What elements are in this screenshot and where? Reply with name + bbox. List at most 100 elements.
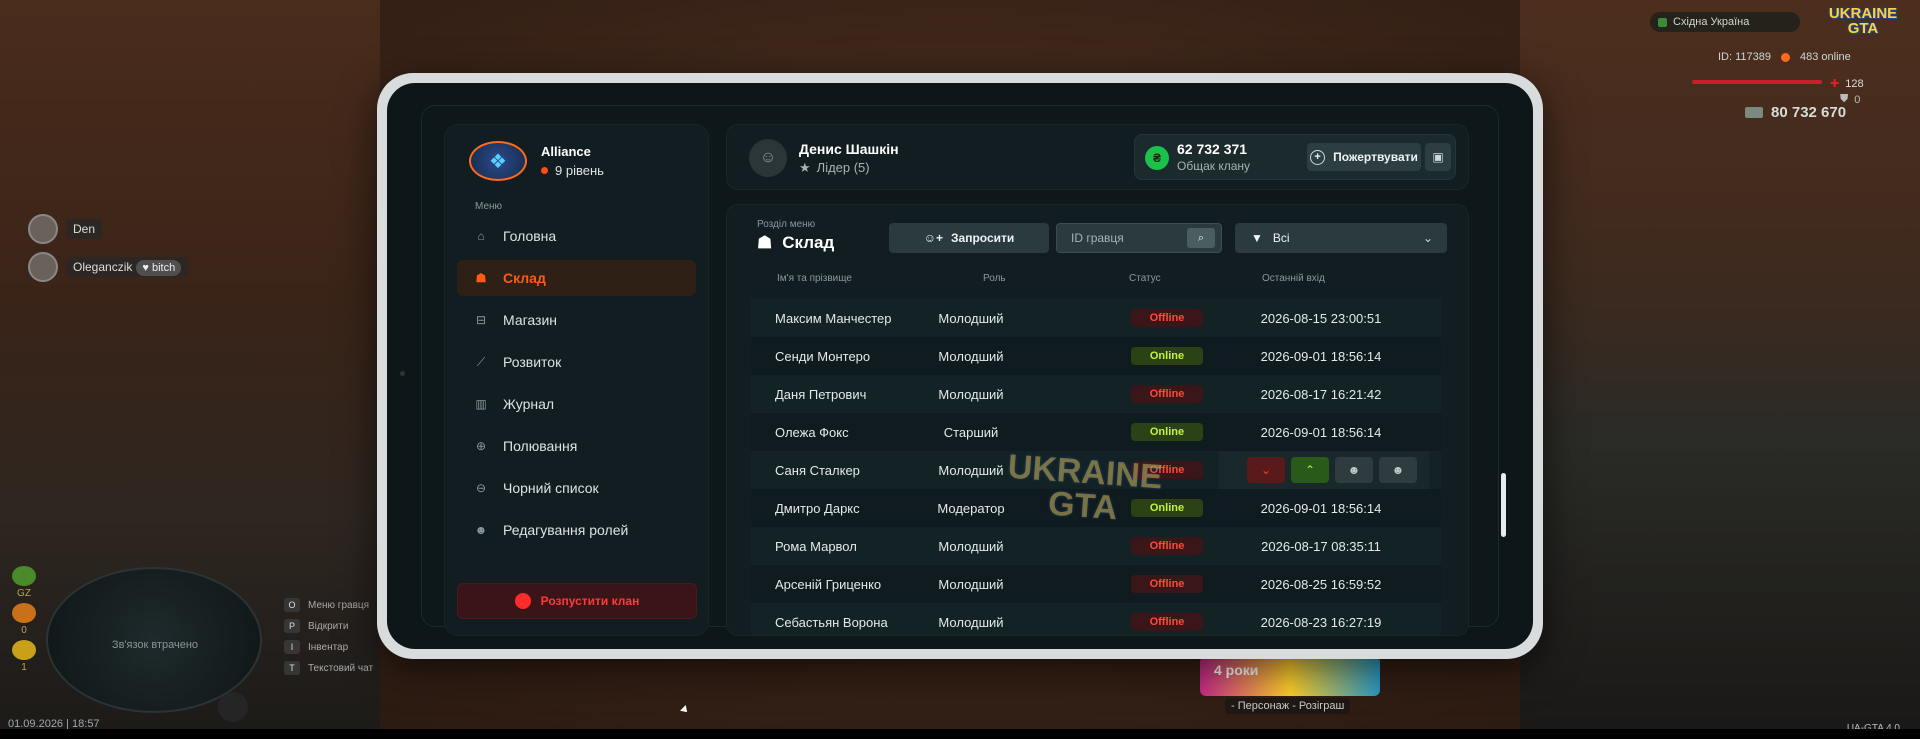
filter-value: Всі: [1272, 231, 1290, 245]
sidebar-item-hunting[interactable]: ⊕ Полювання: [457, 428, 696, 464]
wallet-button[interactable]: ▣: [1425, 143, 1451, 171]
coin-icon: ₴: [1145, 146, 1169, 170]
search-input[interactable]: [1057, 231, 1177, 245]
tablet-bezel: ❖ Alliance 9 рівень Меню ⌂ Головна ☗ Склад…: [387, 83, 1533, 649]
promo-banner[interactable]: 4 роки: [1200, 656, 1380, 696]
key-label: Меню гравця: [308, 599, 370, 611]
table-row[interactable]: Даня Петрович Молодший Offline 2026-08-1…: [751, 375, 1441, 413]
table-row[interactable]: Максим Манчестер Молодший Offline 2026-0…: [751, 299, 1441, 337]
health-number: 128: [1845, 77, 1864, 90]
tablet-frame: ❖ Alliance 9 рівень Меню ⌂ Головна ☗ Склад…: [377, 73, 1543, 659]
money-icon: [1745, 107, 1763, 118]
table-row[interactable]: Сенди Монтеро Молодший Online 2026-09-01…: [751, 337, 1441, 375]
mouse-cursor-icon: [680, 705, 690, 715]
health-icon: ✚: [1830, 78, 1840, 90]
column-header: Роль: [983, 273, 1006, 284]
promote-button[interactable]: ⌃: [1291, 457, 1329, 483]
role-filter-select[interactable]: ▼ Всі ⌄: [1235, 223, 1447, 253]
member-last-login: 2026-08-23 16:27:19: [1260, 614, 1382, 630]
kick-member-button[interactable]: ☻: [1335, 457, 1373, 483]
status-label: 1: [21, 662, 27, 673]
watermark-logo: UKRAINE GTA: [1006, 447, 1164, 528]
chevron-down-icon: ⌄: [1260, 463, 1272, 477]
key-hint: I Інвентар: [284, 640, 373, 654]
leader-role: ★ Лідер (5): [799, 160, 899, 176]
clan-level-text: 9 рівень: [555, 163, 604, 178]
sidebar-item-blacklist[interactable]: ⊖ Чорний список: [457, 470, 696, 506]
key-label: Текстовий чат: [308, 662, 374, 674]
donate-button[interactable]: + Пожертвувати: [1307, 143, 1421, 171]
bottom-strip: [0, 729, 1920, 739]
member-name: Сенди Монтеро: [775, 348, 871, 364]
search-button[interactable]: ⌕: [1187, 228, 1215, 248]
sidebar-item-label: Розвиток: [503, 354, 562, 370]
table-row[interactable]: Рома Марвол Молодший Offline 2026-08-17 …: [751, 527, 1441, 565]
blacklist-member-button[interactable]: ☻: [1379, 457, 1417, 483]
fund-amount: 62 732 371: [1177, 141, 1248, 157]
leader-name: Денис Шашкін: [799, 140, 899, 157]
members-icon: ☗: [757, 233, 773, 252]
sidebar-item-journal[interactable]: ▥ Журнал: [457, 386, 696, 422]
member-status: Offline: [1131, 375, 1203, 413]
leader-header: ☺ Денис Шашкін ★ Лідер (5) ₴ 62 732 371 О…: [726, 124, 1469, 190]
demote-button[interactable]: ⌄: [1247, 457, 1285, 483]
sidebar-item-storage[interactable]: ☗ Склад: [457, 260, 696, 296]
chevron-up-icon: ⌃: [1304, 463, 1316, 477]
key: I: [284, 640, 300, 654]
key: P: [284, 619, 300, 633]
sidebar-item-label: Редагування ролей: [503, 522, 629, 538]
member-name: Саня Сталкер: [775, 462, 860, 478]
disband-clan-button[interactable]: Розпустити клан: [457, 583, 697, 619]
clan-fund: ₴ 62 732 371 Общак клану + Пожертвувати ▣: [1134, 134, 1456, 180]
sidebar-item-home[interactable]: ⌂ Головна: [457, 218, 696, 254]
member-last-login: 2026-08-25 16:59:52: [1260, 576, 1382, 592]
online-count: 483 online: [1800, 51, 1851, 63]
status-badge: Offline: [1131, 613, 1203, 631]
member-role: Молодший: [938, 538, 1004, 554]
user-edit-icon: ☻: [474, 523, 488, 537]
sidebar-item-shop[interactable]: ⊟ Магазин: [457, 302, 696, 338]
table-row[interactable]: Арсеній Гриценко Молодший Offline 2026-0…: [751, 565, 1441, 603]
sidebar-item-development[interactable]: ⟋ Розвиток: [457, 344, 696, 380]
donate-label: Пожертвувати: [1333, 150, 1418, 164]
member-last-login: 2026-08-15 23:00:51: [1260, 310, 1382, 326]
sidebar-item-label: Полювання: [503, 438, 578, 454]
status-label: GZ: [17, 588, 31, 599]
sidebar-item-label: Головна: [503, 228, 557, 244]
server-logo: UKRAINE GTA: [1828, 5, 1898, 37]
disband-icon: [514, 593, 531, 609]
clan-logo-icon: ❖: [469, 141, 527, 181]
key-hints: O Меню гравця P Відкрити I Інвентар T Тексто…: [284, 598, 373, 682]
member-role: Молодший: [938, 348, 1004, 364]
status-badge: Online: [1131, 423, 1203, 441]
online-icon: [1781, 52, 1791, 62]
voice-row: Oleganczik ♥ bitch: [28, 252, 189, 282]
book-icon: ▥: [475, 397, 487, 411]
status-badge: Offline: [1131, 575, 1203, 593]
search-field: ⌕: [1056, 223, 1222, 253]
status-badge: Offline: [1131, 385, 1203, 403]
sidebar-item-role-editing[interactable]: ☻ Редагування ролей: [457, 512, 696, 548]
page-title-text: Склад: [782, 233, 835, 252]
voice-row: Den: [28, 214, 188, 244]
region-badge: Східна Україна: [1650, 12, 1800, 32]
page-title: ☗ Склад: [757, 233, 834, 253]
status-badge: Online: [1131, 347, 1203, 365]
voice-tag-text: bitch: [151, 262, 176, 274]
member-last-login: 2026-09-01 18:56:14: [1260, 424, 1382, 440]
sidebar-item-label: Магазин: [503, 312, 558, 328]
column-header: Статус: [1129, 273, 1161, 284]
status-badge: Offline: [1131, 537, 1203, 555]
sidebar-item-label: Склад: [503, 270, 546, 286]
plus-icon: +: [1310, 149, 1326, 165]
microphone-icon[interactable]: [218, 692, 248, 722]
chart-icon: ⟋: [476, 354, 486, 369]
table-row[interactable]: Олежа Фокс Старший Online 2026-09-01 18:…: [751, 413, 1441, 451]
member-role: Молодший: [938, 310, 1004, 326]
table-row[interactable]: Себастьян Ворона Молодший Offline 2026-0…: [751, 603, 1441, 635]
section-label: Розділ меню: [757, 219, 816, 230]
scrollbar[interactable]: [1501, 473, 1506, 537]
minimap-status: Зв'язок втрачено: [111, 639, 199, 651]
invite-button[interactable]: ☺+ Запросити: [889, 223, 1049, 253]
money-display: 80 732 670: [1745, 104, 1846, 121]
